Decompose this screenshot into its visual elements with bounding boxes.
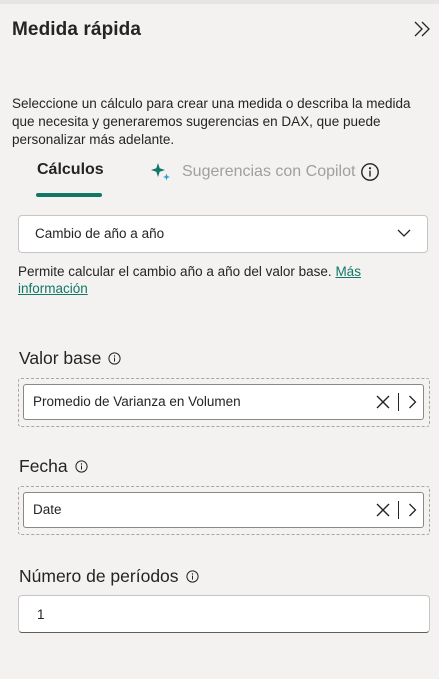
base-value-field[interactable]: Promedio de Varianza en Volumen xyxy=(23,384,424,420)
expand-field-button[interactable] xyxy=(408,395,417,409)
chevron-right-icon xyxy=(409,503,417,517)
periods-label: Número de períodos xyxy=(19,566,179,586)
date-drop-well[interactable]: Date xyxy=(18,486,430,535)
info-icon[interactable] xyxy=(108,352,121,365)
top-border xyxy=(0,0,439,4)
double-chevron-right-icon xyxy=(414,21,430,37)
field-actions xyxy=(376,499,417,521)
date-label: Fecha xyxy=(19,456,68,476)
tab-calculos[interactable]: Cálculos xyxy=(37,161,104,179)
close-icon xyxy=(376,503,390,517)
tab-copilot-suggestions[interactable]: Sugerencias con Copilot xyxy=(150,160,380,184)
date-field-name: Date xyxy=(33,502,62,517)
base-value-field-name: Promedio de Varianza en Volumen xyxy=(33,394,241,409)
tab-copilot-label: Sugerencias con Copilot xyxy=(182,163,356,180)
chevron-down-icon xyxy=(397,229,411,237)
periods-input[interactable] xyxy=(18,595,430,633)
date-label-row: Fecha xyxy=(19,456,88,477)
remove-field-button[interactable] xyxy=(376,503,390,517)
base-value-label: Valor base xyxy=(19,348,102,368)
calculation-dropdown[interactable]: Cambio de año a año xyxy=(18,215,428,253)
panel-description: Seleccione un cálculo para crear una med… xyxy=(12,96,411,147)
close-icon xyxy=(376,395,390,409)
copilot-sparkle-icon xyxy=(151,163,170,181)
expand-field-button[interactable] xyxy=(408,503,417,517)
date-field[interactable]: Date xyxy=(23,492,424,528)
info-icon[interactable] xyxy=(360,162,380,182)
chevron-right-icon xyxy=(409,395,417,409)
divider xyxy=(398,393,399,411)
tab-active-indicator xyxy=(36,193,102,197)
calculation-hint-text: Permite calcular el cambio año a año del… xyxy=(18,264,332,279)
field-actions xyxy=(376,391,417,413)
info-icon[interactable] xyxy=(75,460,88,473)
panel-title: Medida rápida xyxy=(12,19,142,40)
base-value-drop-well[interactable]: Promedio de Varianza en Volumen xyxy=(18,378,430,427)
remove-field-button[interactable] xyxy=(376,395,390,409)
base-value-label-row: Valor base xyxy=(19,348,121,369)
collapse-pane-button[interactable] xyxy=(411,16,435,42)
calculation-hint: Permite calcular el cambio año a año del… xyxy=(18,263,430,297)
info-icon[interactable] xyxy=(185,570,199,583)
periods-label-row: Número de períodos xyxy=(19,566,199,587)
divider xyxy=(398,501,399,519)
calculation-selected-value: Cambio de año a año xyxy=(35,226,165,241)
